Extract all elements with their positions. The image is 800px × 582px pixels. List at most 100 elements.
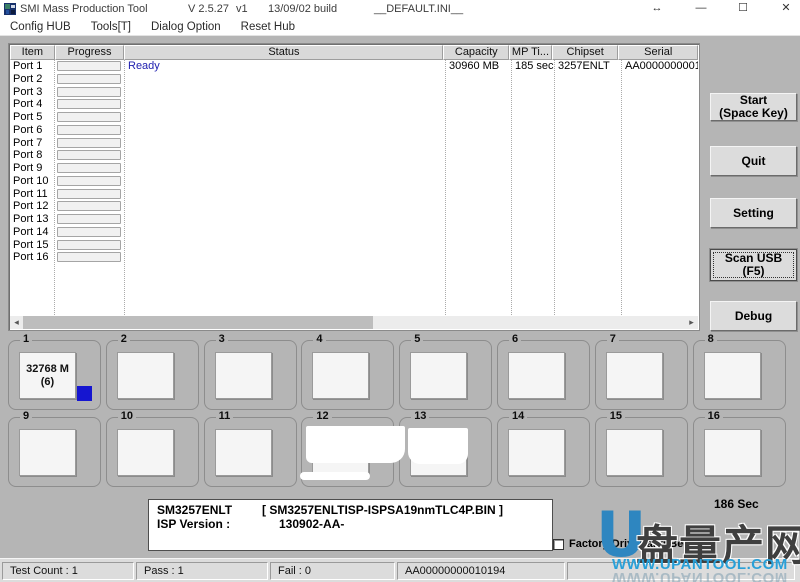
port-item-cell: Port 16	[10, 251, 55, 264]
table-row[interactable]: Port 1Ready30960 MB185 sec3257ENLTAA0000…	[10, 60, 698, 73]
port-device-box[interactable]	[606, 429, 663, 476]
scroll-right-arrow-icon[interactable]: ▸	[685, 316, 698, 329]
column-header-chipset[interactable]: Chipset	[552, 45, 619, 60]
port-item-cell: Port 13	[10, 213, 55, 226]
column-header-progress[interactable]: Progress	[55, 45, 125, 60]
port-item-cell: Port 9	[10, 162, 55, 175]
port-device-box[interactable]	[117, 429, 174, 476]
menu-item-dialog-option[interactable]: Dialog Option	[141, 18, 231, 36]
port-device-box[interactable]	[508, 352, 565, 399]
table-row[interactable]: Port 13	[10, 213, 698, 226]
table-row[interactable]: Port 3	[10, 86, 698, 99]
progress-bar	[57, 176, 121, 186]
scroll-left-arrow-icon[interactable]: ◂	[10, 316, 23, 329]
factory-driver-checkbox[interactable]: Factory Driver and Beep	[553, 538, 696, 550]
quit-button-label: Quit	[742, 155, 766, 168]
port-group-9: 9	[8, 417, 101, 487]
port-device-box[interactable]	[215, 429, 272, 476]
port-group-7: 7	[595, 340, 688, 410]
version-label: V 2.5.27	[188, 3, 229, 15]
port-device-box[interactable]	[215, 352, 272, 399]
table-body[interactable]: Port 1Ready30960 MB185 sec3257ENLTAA0000…	[10, 60, 698, 315]
port-active-led	[77, 386, 92, 401]
menu-item-tools-t-[interactable]: Tools[T]	[81, 18, 141, 36]
progress-bar	[57, 214, 121, 224]
port-item-cell: Port 2	[10, 73, 55, 86]
title-bar: SMI Mass Production Tool V 2.5.27 v1 13/…	[0, 0, 800, 18]
progress-bar	[57, 112, 121, 122]
table-row[interactable]: Port 2	[10, 73, 698, 86]
capacity-cell: 30960 MB	[446, 60, 512, 73]
port-device-box[interactable]	[704, 429, 761, 476]
port-group-number: 3	[216, 333, 228, 345]
table-row[interactable]: Port 15	[10, 239, 698, 252]
table-row[interactable]: Port 6	[10, 124, 698, 137]
chipset-name: SM3257ENLT	[157, 503, 232, 517]
variant-label: v1	[236, 3, 248, 15]
progress-bar	[57, 125, 121, 135]
mp-time-cell: 185 sec	[512, 60, 555, 73]
port-group-1: 132768 M(6)	[8, 340, 101, 410]
debug-button[interactable]: Debug	[710, 301, 797, 331]
table-row[interactable]: Port 4	[10, 98, 698, 111]
port-group-number: 2	[118, 333, 130, 345]
port-group-8: 8	[693, 340, 786, 410]
port-device-box[interactable]	[606, 352, 663, 399]
port-group-number: 7	[607, 333, 619, 345]
progress-bar	[57, 227, 121, 237]
maximize-button[interactable]: ☐	[728, 0, 758, 18]
setting-button[interactable]: Setting	[710, 198, 797, 228]
table-header-row: ItemProgressStatusCapacityMP Ti...Chipse…	[10, 45, 698, 60]
progress-bar	[57, 189, 121, 199]
port-device-box[interactable]	[19, 429, 76, 476]
menu-bar: Config HUBTools[T]Dialog OptionReset Hub	[0, 18, 800, 36]
column-header-status[interactable]: Status	[124, 45, 443, 60]
table-row[interactable]: Port 12	[10, 200, 698, 213]
port-item-cell: Port 10	[10, 175, 55, 188]
scan-usb-button[interactable]: Scan USB(F5)	[710, 249, 797, 281]
start-button[interactable]: Start(Space Key)	[710, 93, 797, 121]
watermark-smudge	[408, 428, 468, 464]
port-device-box[interactable]: 32768 M(6)	[19, 352, 76, 399]
port-device-box[interactable]	[704, 352, 761, 399]
column-header-item[interactable]: Item	[10, 45, 55, 60]
port-item-cell: Port 11	[10, 188, 55, 201]
column-header-capacity[interactable]: Capacity	[443, 45, 509, 60]
column-header-mpti[interactable]: MP Ti...	[509, 45, 552, 60]
table-row[interactable]: Port 16	[10, 251, 698, 264]
firmware-info-panel: SM3257ENLT [ SM3257ENLTISP-ISPSA19nmTLC4…	[148, 499, 553, 551]
table-row[interactable]: Port 9	[10, 162, 698, 175]
progress-bar	[57, 138, 121, 148]
table-row[interactable]: Port 5	[10, 111, 698, 124]
menu-item-config-hub[interactable]: Config HUB	[0, 18, 81, 36]
horizontal-scrollbar[interactable]: ◂ ▸	[10, 316, 698, 329]
column-header-serial[interactable]: Serial	[618, 45, 698, 60]
port-device-box[interactable]	[410, 352, 467, 399]
checkbox-icon[interactable]	[553, 539, 564, 550]
port-device-box[interactable]	[312, 352, 369, 399]
port-group-10: 10	[106, 417, 199, 487]
port-group-14: 14	[497, 417, 590, 487]
minimize-button[interactable]: —	[686, 0, 716, 18]
table-row[interactable]: Port 11	[10, 188, 698, 201]
port-item-cell: Port 15	[10, 239, 55, 252]
progress-bar	[57, 150, 121, 160]
progress-bar	[57, 201, 121, 211]
port-device-box[interactable]	[117, 352, 174, 399]
table-row[interactable]: Port 7	[10, 137, 698, 150]
port-group-number: 12	[313, 410, 331, 422]
close-button[interactable]: ✕	[771, 0, 800, 18]
table-row[interactable]: Port 8	[10, 149, 698, 162]
port-group-number: 8	[705, 333, 717, 345]
port-group-16: 16	[693, 417, 786, 487]
progress-bar	[57, 240, 121, 250]
port-group-5: 5	[399, 340, 492, 410]
port-device-box[interactable]	[508, 429, 565, 476]
table-row[interactable]: Port 14	[10, 226, 698, 239]
table-row[interactable]: Port 10	[10, 175, 698, 188]
port-group-15: 15	[595, 417, 688, 487]
menu-item-reset-hub[interactable]: Reset Hub	[231, 18, 305, 36]
port-group-number: 11	[216, 410, 234, 422]
scrollbar-thumb[interactable]	[23, 316, 373, 329]
quit-button[interactable]: Quit	[710, 146, 797, 176]
